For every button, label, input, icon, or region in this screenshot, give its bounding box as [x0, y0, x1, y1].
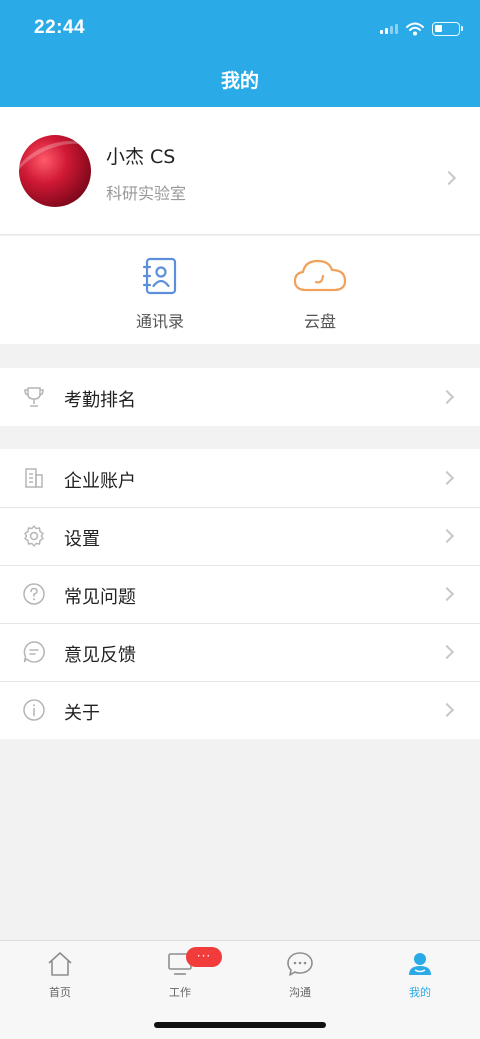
- avatar: [19, 135, 91, 207]
- shortcut-cloud[interactable]: 云盘: [270, 256, 370, 332]
- wifi-icon: [406, 22, 424, 36]
- tab-home-label: 首页: [49, 986, 71, 999]
- header: 22:44 我的: [0, 0, 480, 107]
- tab-chat[interactable]: 沟通: [240, 951, 360, 1000]
- tab-work-label: 工作: [169, 986, 191, 999]
- chevron-right-icon: [439, 528, 455, 544]
- menu-item-settings[interactable]: 设置: [0, 507, 480, 565]
- status-time: 22:44: [34, 17, 86, 38]
- signal-icon: [380, 24, 398, 34]
- menu-item-enterprise-account[interactable]: 企业账户: [0, 449, 480, 507]
- shortcuts: 通讯录 云盘: [0, 236, 480, 344]
- menu-item-label: 企业账户: [64, 471, 136, 492]
- tab-chat-label: 沟通: [289, 986, 311, 999]
- profile-card[interactable]: 小杰 CS 科研实验室: [0, 107, 480, 235]
- tab-me[interactable]: 我的: [360, 951, 480, 1000]
- menu-item-feedback[interactable]: 意见反馈: [0, 623, 480, 681]
- menu-group-attendance: 考勤排名: [0, 368, 480, 426]
- status-icons: [380, 20, 463, 38]
- menu-item-label: 常见问题: [64, 587, 136, 608]
- tab-work[interactable]: ··· 工作: [120, 947, 240, 1000]
- shortcut-contacts-label: 通讯录: [135, 312, 184, 331]
- profile-organization: 科研实验室: [106, 184, 187, 203]
- menu-item-label: 设置: [64, 529, 100, 550]
- chevron-right-icon: [439, 644, 455, 660]
- gear-icon: [24, 525, 44, 547]
- chevron-right-icon: [439, 586, 455, 602]
- tab-me-label: 我的: [409, 986, 431, 999]
- building-icon: [25, 468, 43, 488]
- chevron-right-icon: [441, 170, 457, 186]
- chat-icon: [287, 952, 313, 976]
- menu-item-about[interactable]: 关于: [0, 681, 480, 739]
- chevron-right-icon: [439, 702, 455, 718]
- profile-name: 小杰 CS: [106, 146, 176, 168]
- menu-item-label: 考勤排名: [64, 390, 136, 411]
- menu-item-attendance-ranking[interactable]: 考勤排名: [0, 368, 480, 426]
- page-title: 我的: [220, 70, 259, 92]
- battery-icon: [432, 22, 463, 36]
- chevron-right-icon: [439, 470, 455, 486]
- tab-home[interactable]: 首页: [0, 951, 120, 1000]
- chevron-right-icon: [439, 389, 455, 405]
- status-bar: 22:44: [0, 0, 480, 56]
- home-indicator[interactable]: [154, 1022, 326, 1028]
- feedback-icon: [23, 641, 45, 663]
- question-icon: [23, 583, 45, 605]
- menu-item-faq[interactable]: 常见问题: [0, 565, 480, 623]
- contacts-book-icon: [142, 257, 177, 295]
- menu-item-label: 意见反馈: [64, 645, 136, 666]
- shortcut-contacts[interactable]: 通讯录: [110, 256, 210, 332]
- trophy-icon: [24, 387, 44, 407]
- person-icon: [409, 953, 431, 975]
- menu-item-label: 关于: [64, 703, 100, 724]
- home-icon: [48, 952, 72, 976]
- shortcut-cloud-label: 云盘: [303, 312, 336, 331]
- notification-badge: ···: [186, 947, 222, 967]
- info-icon: [23, 699, 45, 721]
- cloud-icon: [293, 259, 347, 292]
- menu-group-settings: 企业账户 设置 常见问题 意见反馈 关于: [0, 449, 480, 739]
